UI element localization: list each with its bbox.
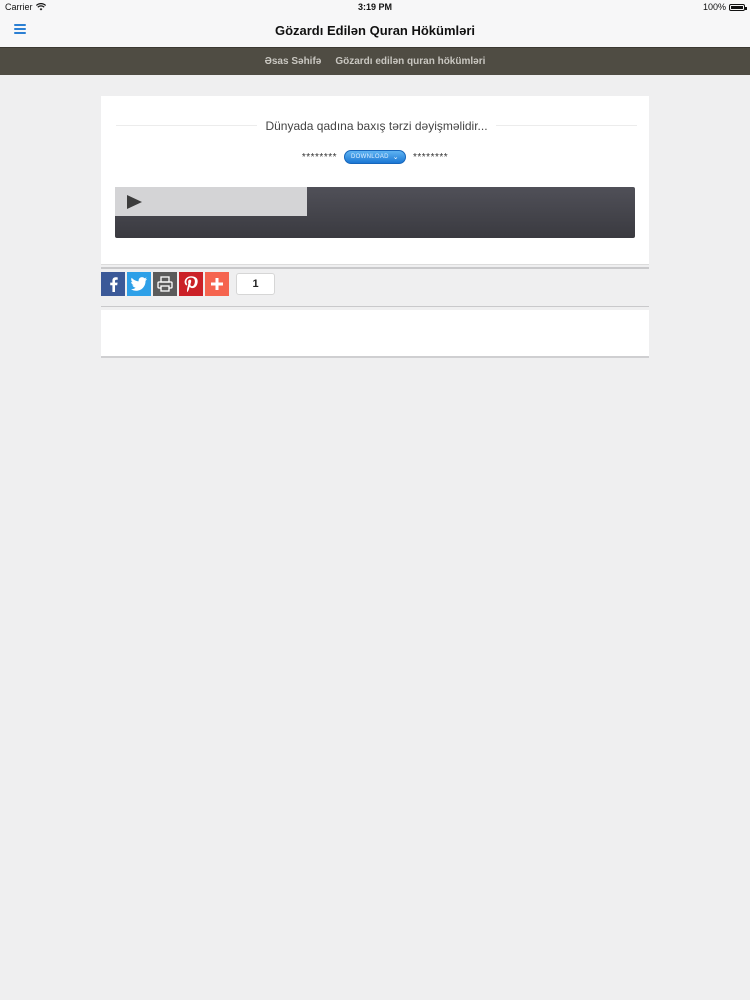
pinterest-icon[interactable]: [179, 272, 203, 296]
battery-icon: [729, 3, 747, 11]
rating-stars-left: ********: [301, 151, 337, 163]
comments-panel: [101, 310, 649, 358]
download-button[interactable]: DOWNLOAD ⌄: [344, 150, 406, 164]
status-time: 3:19 PM: [357, 2, 392, 12]
battery-percent: 100%: [702, 2, 726, 12]
share-bar: 1: [101, 271, 275, 297]
article-title: Dünyada qadına baxış tərzi dəyişməlidir.…: [257, 119, 496, 133]
print-icon[interactable]: [153, 272, 177, 296]
download-label: DOWNLOAD: [351, 154, 389, 160]
status-bar: Carrier 3:19 PM 100%: [0, 0, 750, 14]
breadcrumb-current[interactable]: Gözardı edilən quran hökümləri: [335, 56, 485, 67]
share-divider-top: [101, 267, 649, 269]
battery-group: 100%: [702, 2, 747, 12]
share-divider-bottom: [101, 306, 649, 307]
breadcrumb: Əsas Səhifə Gözardı edilən quran hökümlə…: [0, 47, 750, 75]
add-icon[interactable]: [205, 272, 229, 296]
rating-stars-right: ********: [413, 151, 449, 163]
chevron-down-icon: ⌄: [392, 154, 399, 161]
twitter-icon[interactable]: [127, 272, 151, 296]
article-card: Dünyada qadına baxış tərzi dəyişməlidir.…: [101, 96, 649, 265]
download-row: ******** DOWNLOAD ⌄ ********: [101, 150, 649, 164]
share-count: 1: [236, 273, 275, 295]
play-icon[interactable]: [127, 195, 142, 209]
breadcrumb-home[interactable]: Əsas Səhifə: [265, 56, 322, 67]
audio-progress-bar[interactable]: [115, 187, 308, 216]
facebook-icon[interactable]: [101, 272, 125, 296]
nav-header: Gözardı Edilən Quran Hökümləri: [0, 14, 750, 47]
audio-player[interactable]: [115, 187, 635, 238]
page-title: Gözardı Edilən Quran Hökümləri: [274, 23, 476, 38]
article-title-row: Dünyada qadına baxış tərzi dəyişməlidir.…: [116, 117, 637, 133]
